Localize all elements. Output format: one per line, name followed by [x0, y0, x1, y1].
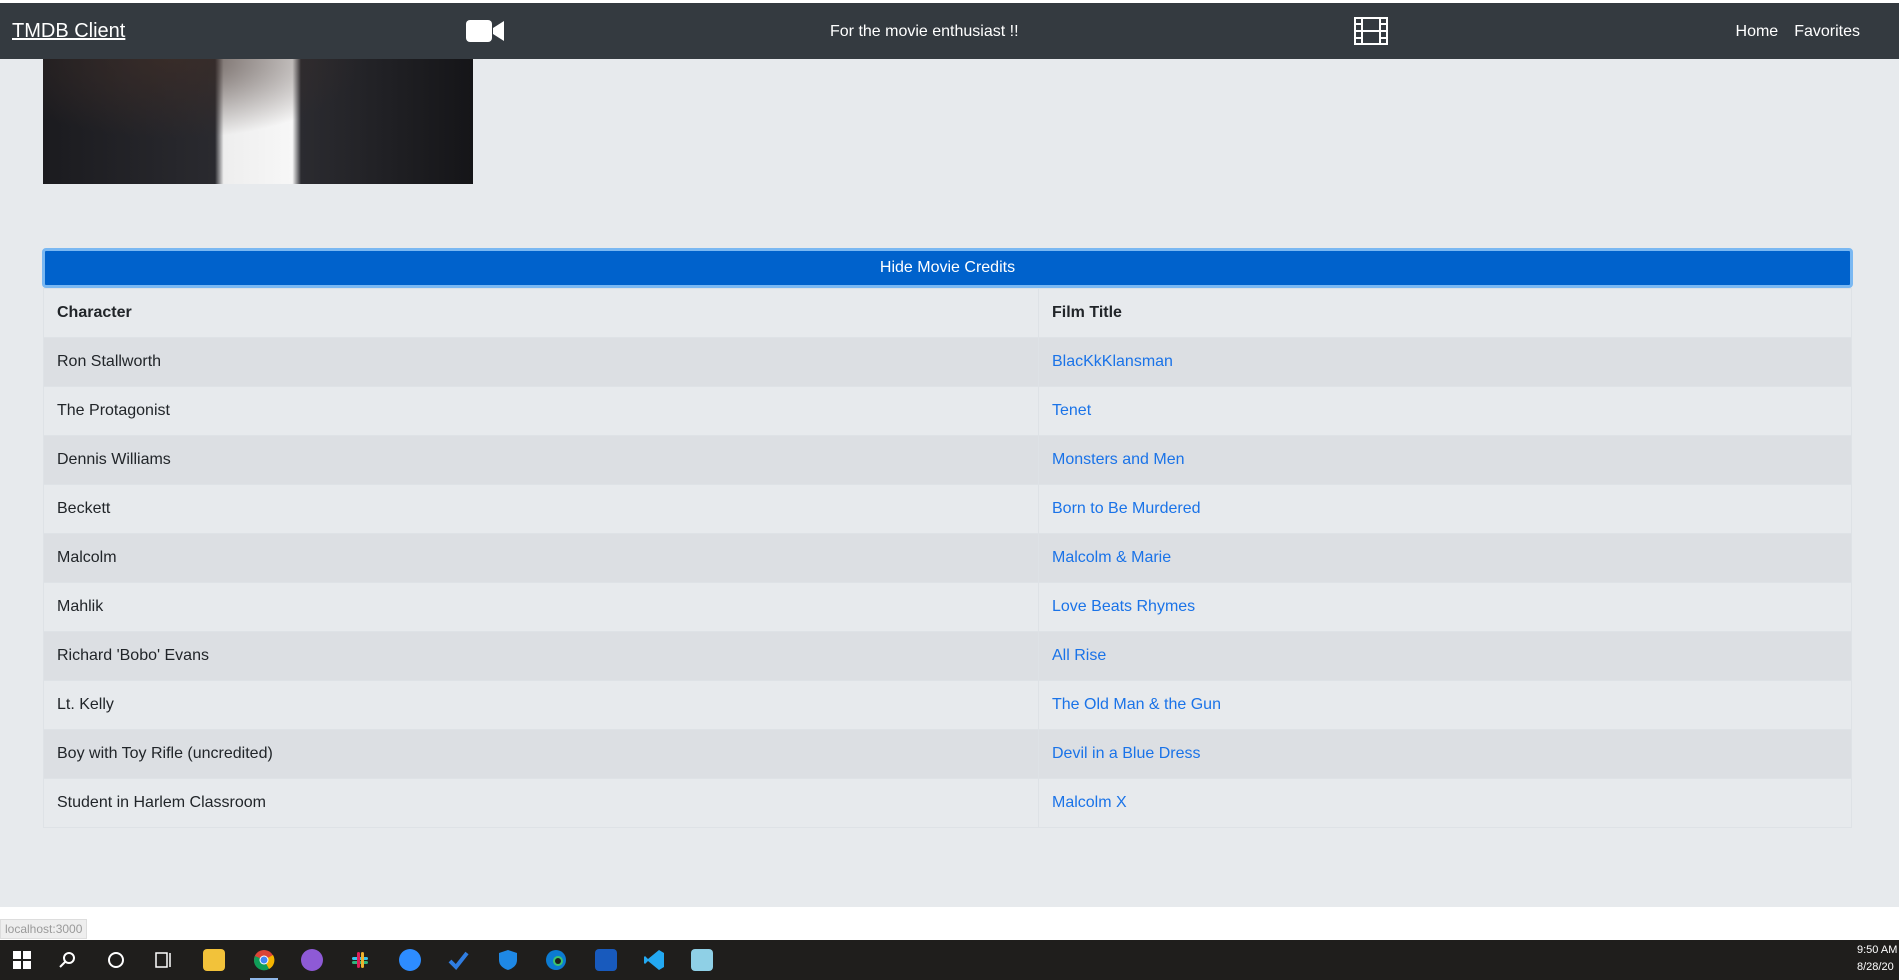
table-row: Malcolm Malcolm & Marie [43, 533, 1852, 583]
zoom-icon[interactable] [396, 946, 424, 974]
movie-credits-table: Character Film Title Ron Stallworth Blac… [43, 288, 1852, 828]
character-cell: Beckett [43, 484, 1039, 534]
vscode-icon[interactable] [640, 946, 668, 974]
file-explorer-icon[interactable] [200, 946, 228, 974]
character-cell: Malcolm [43, 533, 1039, 583]
notepad-icon[interactable] [688, 946, 716, 974]
column-header-film-title: Film Title [1038, 288, 1852, 338]
windows-start-icon[interactable] [8, 946, 36, 974]
character-cell: Mahlik [43, 582, 1039, 632]
main-content: Hide Movie Credits Character Film Title … [0, 59, 1899, 907]
film-title-link[interactable]: BlacKkKlansman [1052, 353, 1173, 370]
browser-status-url: localhost:3000 [0, 919, 88, 939]
video-camera-icon [466, 20, 504, 42]
clock-date: 8/28/20 [1857, 961, 1894, 973]
character-cell: Student in Harlem Classroom [43, 778, 1039, 828]
column-header-character: Character [43, 288, 1039, 338]
table-header-row: Character Film Title [43, 288, 1852, 338]
search-icon[interactable] [54, 946, 82, 974]
table-row: Boy with Toy Rifle (uncredited) Devil in… [43, 729, 1852, 779]
nav-links: Home Favorites [1736, 23, 1860, 41]
table-row: Dennis Williams Monsters and Men [43, 435, 1852, 485]
film-icon [1354, 17, 1388, 45]
table-row: Student in Harlem Classroom Malcolm X [43, 778, 1852, 828]
edge-icon[interactable] [542, 946, 570, 974]
character-cell: Dennis Williams [43, 435, 1039, 485]
brand-link[interactable]: TMDB Client [12, 20, 125, 43]
film-title-link[interactable]: Malcolm X [1052, 794, 1127, 811]
film-title-link[interactable]: Malcolm & Marie [1052, 549, 1171, 566]
film-title-link[interactable]: The Old Man & the Gun [1052, 696, 1221, 713]
table-row: Mahlik Love Beats Rhymes [43, 582, 1852, 632]
word-icon[interactable] [592, 946, 620, 974]
film-title-link[interactable]: Devil in a Blue Dress [1052, 745, 1201, 762]
todo-check-icon[interactable] [444, 946, 472, 974]
character-cell: Boy with Toy Rifle (uncredited) [43, 729, 1039, 779]
film-title-link[interactable]: Born to Be Murdered [1052, 500, 1201, 517]
hide-movie-credits-button[interactable]: Hide Movie Credits [42, 248, 1853, 288]
nav-favorites-link[interactable]: Favorites [1794, 23, 1860, 41]
film-title-link[interactable]: Monsters and Men [1052, 451, 1185, 468]
slack-icon[interactable] [346, 946, 374, 974]
character-cell: The Protagonist [43, 386, 1039, 436]
film-title-link[interactable]: Tenet [1052, 402, 1091, 419]
navbar: TMDB Client For the movie enthusiast !! … [0, 3, 1899, 59]
character-cell: Lt. Kelly [43, 680, 1039, 730]
purple-app-icon[interactable] [298, 946, 326, 974]
nav-home-link[interactable]: Home [1736, 23, 1779, 41]
film-title-link[interactable]: All Rise [1052, 647, 1106, 664]
chrome-icon[interactable] [250, 946, 278, 980]
table-row: Beckett Born to Be Murdered [43, 484, 1852, 534]
defender-shield-icon[interactable] [494, 946, 522, 974]
table-row: The Protagonist Tenet [43, 386, 1852, 436]
actor-portrait-image [43, 59, 473, 184]
windows-taskbar: 9:50 AM 8/28/20 [0, 940, 1899, 980]
table-row: Richard 'Bobo' Evans All Rise [43, 631, 1852, 681]
cortana-icon[interactable] [102, 946, 130, 974]
clock-time: 9:50 AM [1857, 944, 1898, 956]
character-cell: Ron Stallworth [43, 337, 1039, 387]
tagline: For the movie enthusiast !! [830, 23, 1019, 40]
character-cell: Richard 'Bobo' Evans [43, 631, 1039, 681]
film-title-link[interactable]: Love Beats Rhymes [1052, 598, 1195, 615]
system-clock[interactable]: 9:50 AM 8/28/20 [1857, 942, 1899, 976]
table-row: Ron Stallworth BlacKkKlansman [43, 337, 1852, 387]
task-view-icon[interactable] [150, 946, 178, 974]
table-row: Lt. Kelly The Old Man & the Gun [43, 680, 1852, 730]
